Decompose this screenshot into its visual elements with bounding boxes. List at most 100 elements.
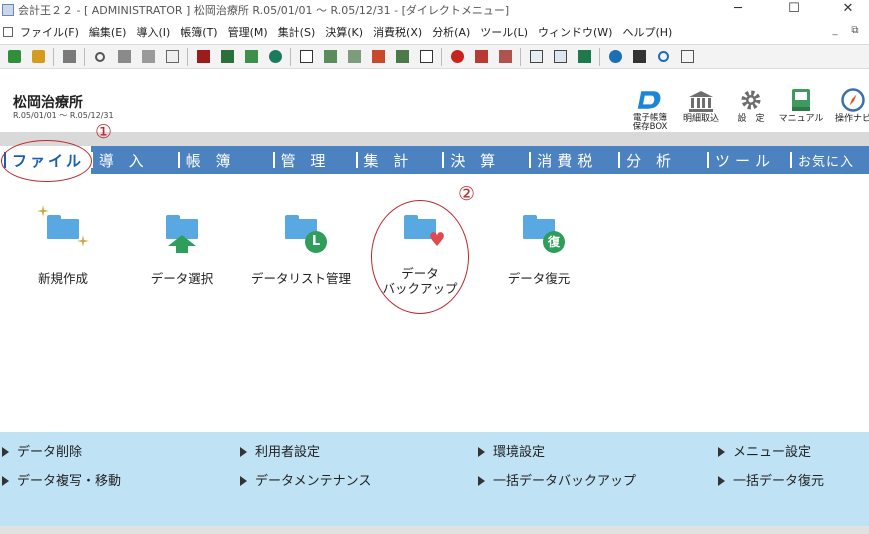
- data-select-label: データ選択: [150, 271, 214, 286]
- menu-file[interactable]: ファイル(F): [15, 24, 84, 40]
- link-data-delete[interactable]: データ削除: [2, 441, 82, 460]
- data-list-manage-button[interactable]: L データリスト管理: [241, 205, 361, 286]
- link-bulk-restore[interactable]: 一括データ復元: [718, 470, 824, 489]
- journal-book-icon[interactable]: [193, 47, 213, 67]
- doc-menu-icon[interactable]: [3, 26, 13, 37]
- tab-consumption-tax-label: 消費税: [537, 151, 598, 170]
- open-folder-icon[interactable]: [4, 47, 24, 67]
- cut-icon[interactable]: [90, 47, 110, 67]
- tab-divider: [529, 152, 532, 168]
- arrow-icon: [478, 475, 485, 486]
- link-data-maintenance[interactable]: データメンテナンス: [240, 470, 371, 489]
- restore-folder-icon: 復: [509, 205, 569, 263]
- menu-introduce[interactable]: 導入(I): [131, 24, 175, 40]
- link-environment-settings[interactable]: 環境設定: [478, 441, 545, 460]
- link-bulk-backup[interactable]: 一括データバックアップ: [478, 470, 636, 489]
- annotation-number-one: ①: [95, 121, 113, 143]
- toolbar: [0, 44, 869, 69]
- link-environment-settings-label: 環境設定: [493, 445, 546, 460]
- menu-help[interactable]: ヘルプ(H): [617, 24, 677, 40]
- list-badge: L: [305, 231, 327, 253]
- globe-icon[interactable]: [653, 47, 673, 67]
- settings-button[interactable]: 設 定: [726, 88, 776, 132]
- menu-manage[interactable]: 管理(M): [223, 24, 273, 40]
- download-icon[interactable]: [28, 47, 48, 67]
- tab-manage[interactable]: 管 理: [272, 146, 356, 174]
- mdi-minimize-button[interactable]: _: [828, 23, 842, 38]
- tab-manage-label: 管 理: [280, 151, 331, 170]
- window-title: 会計王２２ - [ ADMINISTRATOR ] 松岡治療所 R.05/01/…: [18, 3, 510, 17]
- header-divider: [0, 132, 869, 146]
- tab-tools[interactable]: ツール: [707, 146, 790, 174]
- settle-icon[interactable]: [392, 47, 412, 67]
- menu-edit[interactable]: 編集(E): [84, 24, 132, 40]
- tab-books[interactable]: 帳 簿: [177, 146, 273, 174]
- clipboard-icon[interactable]: [162, 47, 182, 67]
- calculator-icon[interactable]: [677, 47, 697, 67]
- e-book-storage-button[interactable]: 電子帳簿 保存BOX: [625, 88, 675, 132]
- operation-navi-button[interactable]: 操作ナビ: [828, 88, 869, 132]
- tax-calc-icon[interactable]: [471, 47, 491, 67]
- data-backup-button[interactable]: ♥ データ バックアップ: [360, 205, 480, 296]
- ledger-icon[interactable]: [217, 47, 237, 67]
- tab-favorites[interactable]: お気に入: [789, 146, 869, 174]
- tab-divider: [789, 152, 792, 168]
- data-select-button[interactable]: データ選択: [122, 205, 242, 286]
- tab-aggregate[interactable]: 集 計: [355, 146, 443, 174]
- tab-divider: [272, 152, 275, 168]
- data-list-manage-label: データリスト管理: [250, 271, 351, 286]
- link-data-maintenance-label: データメンテナンス: [255, 474, 372, 489]
- tab-analysis[interactable]: 分 析: [618, 146, 707, 174]
- layers-icon[interactable]: [629, 47, 649, 67]
- menu-window[interactable]: ウィンドウ(W): [533, 24, 617, 40]
- tab-introduce[interactable]: 導 入: [90, 146, 178, 174]
- gear-icon: [737, 88, 765, 112]
- easy-input-icon[interactable]: [296, 47, 316, 67]
- table-icon[interactable]: [526, 47, 546, 67]
- export-icon[interactable]: [368, 47, 388, 67]
- settings-label: 設 定: [737, 114, 765, 124]
- maximize-button[interactable]: ☐: [772, 0, 816, 19]
- tab-aggregate-label: 集 計: [363, 151, 414, 170]
- toolbar-separator: [187, 47, 188, 66]
- statement-import-button[interactable]: 明細取込: [676, 88, 726, 132]
- menu-tax[interactable]: 消費税(X): [368, 24, 427, 40]
- new-data-button[interactable]: 新規作成: [3, 205, 123, 286]
- keyboard-icon[interactable]: [320, 47, 340, 67]
- tab-file[interactable]: ファイル: [0, 146, 91, 174]
- toolbar-separator: [53, 47, 54, 66]
- excel-icon[interactable]: [574, 47, 594, 67]
- data-backup-label: データ バックアップ: [382, 266, 458, 296]
- compass-icon: [839, 88, 867, 112]
- menu-analysis[interactable]: 分析(A): [427, 24, 475, 40]
- link-data-copy-move[interactable]: データ複写・移動: [2, 470, 121, 489]
- select-folder-icon: [152, 205, 212, 263]
- help-icon[interactable]: [605, 47, 625, 67]
- copy-icon[interactable]: [114, 47, 134, 67]
- grid-icon[interactable]: [550, 47, 570, 67]
- manual-button[interactable]: マニュアル: [776, 88, 826, 132]
- link-user-settings[interactable]: 利用者設定: [240, 441, 320, 460]
- menu-closing[interactable]: 決算(K): [320, 24, 368, 40]
- arrow-icon: [718, 446, 725, 457]
- data-restore-button[interactable]: 復 データ復元: [479, 205, 599, 286]
- transfer-icon[interactable]: [344, 47, 364, 67]
- print-preview-icon[interactable]: [59, 47, 79, 67]
- link-menu-settings[interactable]: メニュー設定: [718, 441, 811, 460]
- heart-icon[interactable]: [265, 47, 285, 67]
- tax-check-icon[interactable]: [447, 47, 467, 67]
- paste-icon[interactable]: [138, 47, 158, 67]
- arrow-icon: [2, 475, 9, 486]
- close-button[interactable]: ✕: [826, 0, 869, 19]
- tab-consumption-tax[interactable]: 消費税: [529, 146, 618, 174]
- minimize-button[interactable]: ─: [716, 0, 760, 19]
- tab-closing[interactable]: 決 算: [442, 146, 529, 174]
- tab-file-label: ファイル: [12, 151, 85, 170]
- calendar-icon[interactable]: [416, 47, 436, 67]
- menu-books[interactable]: 帳簿(T): [175, 24, 222, 40]
- mdi-restore-button[interactable]: ⧉: [848, 23, 862, 38]
- menu-tools[interactable]: ツール(L): [475, 24, 533, 40]
- chart-icon[interactable]: [241, 47, 261, 67]
- menu-aggregate[interactable]: 集計(S): [273, 24, 321, 40]
- tax-report-icon[interactable]: [495, 47, 515, 67]
